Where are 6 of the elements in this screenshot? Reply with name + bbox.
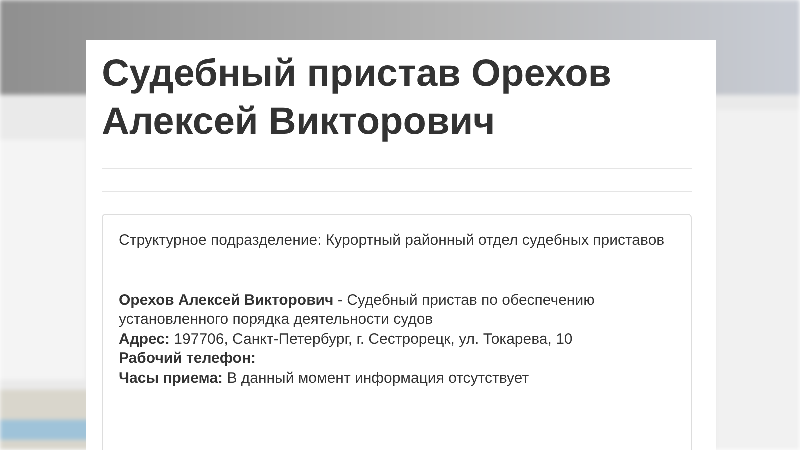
detail-line: Часы приема: В данный момент информация отсутствует [119,368,530,388]
page-title: Судебный пристав Орехов Алексей Викторович [102,52,613,145]
detail-line: Адрес: 197706, Санкт-Петербург, г. Сестрорецк, ул. Токарева, 10 [119,330,573,349]
department-text: Структурное подразделение: Курортный районный отдел судебных приставов [119,231,665,250]
detail-line: Рабочий телефон: [119,349,256,368]
detail-line: Орехов Алексей Викторович - Судебный пристав по обеспечению установленного порядка деятельности судов [119,290,596,330]
